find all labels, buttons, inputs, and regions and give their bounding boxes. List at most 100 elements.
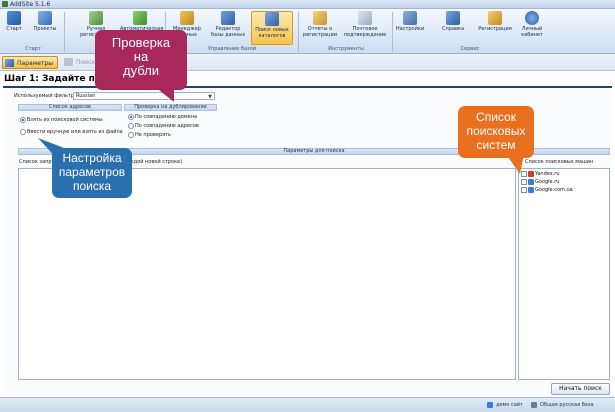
- callout-line: поиска: [72, 179, 112, 193]
- ribbon-reports-label: Отчеты о регистрации: [303, 26, 337, 38]
- callout-line: параметров: [58, 165, 126, 179]
- radio-dup-domain[interactable]: По совпадению домена: [128, 114, 197, 120]
- engines-list: Yandex.ru Google.ru Google.com.ua: [518, 168, 610, 380]
- engine-name: Google.com.ua: [535, 187, 573, 193]
- callout-tail: [506, 154, 524, 174]
- help-icon: [446, 11, 460, 25]
- ribbon-settings-label: Настройки: [395, 26, 425, 32]
- engine-checkbox[interactable]: [521, 179, 527, 185]
- ribbon-catalog-search-button[interactable]: Поиск новых каталогов: [251, 11, 293, 45]
- radio-manual-or-file-label: Ввести вручную или взять из файла: [27, 129, 123, 135]
- callout-line: Список: [476, 110, 516, 124]
- callout-line: систем: [476, 138, 516, 152]
- ribbon-catalog-search-label: Поиск новых каталогов: [255, 27, 289, 39]
- projects-icon: [38, 11, 52, 25]
- ribbon-mail-confirm-button[interactable]: Почтовое подтверждение: [342, 11, 388, 45]
- radio-dup-none-label: Не проверять: [135, 132, 171, 138]
- radio-dup-domain-label: По совпадению домена: [135, 114, 198, 120]
- group-separator: [64, 12, 65, 52]
- tab-parameters[interactable]: Параметры: [2, 56, 58, 69]
- ribbon-start-button[interactable]: Старт: [2, 11, 26, 45]
- database-editor-icon: [221, 11, 235, 25]
- callout-tail: [38, 138, 64, 162]
- callout-duplicate-check: Проверка на дубли: [95, 30, 187, 90]
- engine-item-google-ru[interactable]: Google.ru: [521, 179, 559, 186]
- ribbon-registration-button[interactable]: Регистрация: [477, 11, 513, 45]
- start-icon: [7, 11, 21, 25]
- user-cabinet-icon: [525, 11, 539, 25]
- settings-icon: [403, 11, 417, 25]
- ribbon-registration-label: Регистрация: [478, 26, 512, 32]
- chevron-down-icon: ▼: [208, 94, 212, 100]
- ribbon-start-label: Старт: [6, 26, 22, 32]
- tab-search[interactable]: Поиск: [62, 56, 95, 69]
- callout-line: Проверка: [111, 35, 171, 50]
- step-divider: [3, 86, 612, 88]
- parameters-icon: [5, 59, 14, 67]
- radio-dup-none[interactable]: Не проверять: [128, 132, 171, 138]
- engine-item-google-com-ua[interactable]: Google.com.ua: [521, 187, 573, 194]
- tab-search-label: Поиск: [76, 59, 96, 66]
- engine-checkbox[interactable]: [521, 187, 527, 193]
- radio-manual-or-file[interactable]: Ввести вручную или взять из файла: [20, 129, 123, 135]
- group-separator: [298, 12, 299, 52]
- callout-line: дубли: [123, 63, 159, 78]
- ribbon-cabinet-button[interactable]: Личный кабинет: [518, 11, 546, 45]
- group-label-tools: Инструменты: [328, 46, 364, 52]
- data-manager-icon: [180, 11, 194, 25]
- radio-from-search-engine-label: Взять из поисковой системы: [27, 117, 103, 123]
- status-bar: демо сайт Общая русская база: [0, 397, 615, 412]
- queries-textarea[interactable]: [18, 168, 516, 380]
- group-label-db: Управление базой: [207, 46, 257, 52]
- ribbon-settings-button[interactable]: Настройки: [395, 11, 425, 45]
- google-icon: [528, 187, 534, 193]
- google-icon: [528, 179, 534, 185]
- database-icon: [531, 402, 537, 408]
- status-site-label: демо сайт: [496, 402, 523, 408]
- ribbon-db-editor-button[interactable]: Редактор базы данных: [209, 11, 247, 45]
- filter-value: Russian: [76, 93, 96, 99]
- callout-line: на: [133, 49, 149, 64]
- group-separator: [392, 12, 393, 52]
- filter-label: Используемый фильтр: [14, 93, 74, 99]
- manual-registration-icon: [89, 11, 103, 25]
- app-icon: [2, 1, 8, 7]
- radio-dup-address-label: По совпадению адресов: [135, 123, 199, 129]
- addresses-header: Список адресов: [18, 104, 122, 111]
- group-label-service: Сервис: [460, 46, 480, 52]
- group-label-start: Старт: [25, 46, 41, 52]
- ribbon-reports-button[interactable]: Отчеты о регистрации: [302, 11, 338, 45]
- auto-registration-icon: [133, 11, 147, 25]
- site-icon: [487, 402, 493, 408]
- window-title: AddSite 5.1.6: [10, 1, 51, 8]
- engine-name: Google.ru: [535, 179, 560, 185]
- status-site: демо сайт: [487, 401, 523, 409]
- start-search-button[interactable]: Начать поиск: [551, 383, 610, 395]
- ribbon-help-label: Справка: [441, 26, 465, 32]
- callout-tail: [154, 86, 174, 102]
- radio-dup-address[interactable]: По совпадению адресов: [128, 123, 199, 129]
- engine-name: Yandex.ru: [535, 171, 560, 177]
- status-database-label: Общая русская база: [540, 402, 594, 408]
- ribbon-cabinet-label: Личный кабинет: [521, 26, 543, 38]
- catalog-search-icon: [265, 12, 279, 26]
- reports-icon: [313, 11, 327, 25]
- ribbon-mail-confirm-label: Почтовое подтверждение: [343, 26, 387, 38]
- ribbon-projects-button[interactable]: Проекты: [30, 11, 60, 45]
- ribbon-projects-label: Проекты: [33, 26, 57, 32]
- title-bar: AddSite 5.1.6: [0, 0, 615, 9]
- search-icon: [64, 58, 73, 66]
- mail-confirmation-icon: [358, 11, 372, 25]
- tab-parameters-label: Параметры: [17, 60, 53, 67]
- engines-label: Список поисковых машин: [525, 159, 594, 165]
- callout-line: поисковых: [466, 124, 526, 138]
- ribbon: Старт Проекты Ручная регистрация Автомат…: [0, 9, 615, 54]
- radio-from-search-engine[interactable]: Взять из поисковой системы: [20, 117, 103, 123]
- ribbon-db-editor-label: Редактор базы данных: [210, 26, 246, 38]
- status-database: Общая русская база: [531, 401, 594, 409]
- ribbon-help-button[interactable]: Справка: [440, 11, 466, 45]
- callout-engines-list: Список поисковых систем: [458, 106, 534, 158]
- secondary-toolbar: Параметры Поиск: [0, 54, 615, 71]
- filter-dropdown[interactable]: Russian ▼: [73, 92, 215, 100]
- key-icon: [488, 11, 502, 25]
